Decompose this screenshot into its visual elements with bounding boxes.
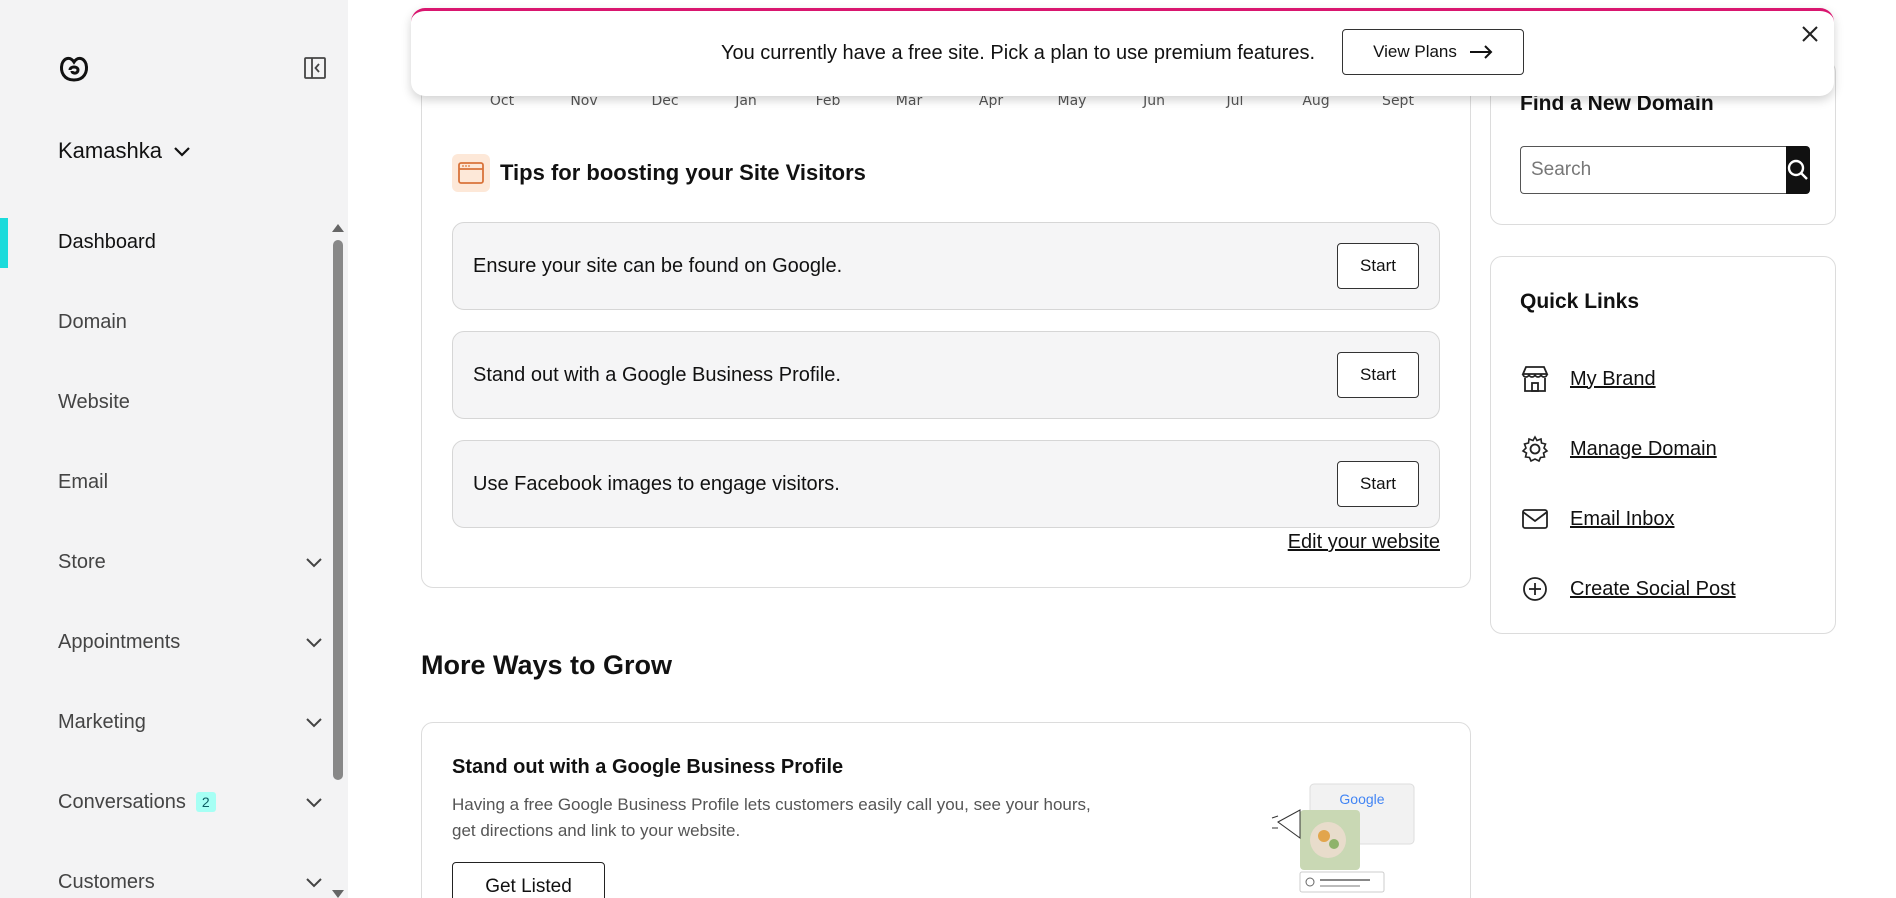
tip-text: Stand out with a Google Business Profile… xyxy=(473,363,841,386)
scroll-up-arrow-icon[interactable] xyxy=(332,224,344,232)
view-plans-label: View Plans xyxy=(1373,42,1457,61)
view-plans-button[interactable]: View Plans xyxy=(1342,29,1524,75)
sidebar-item-website[interactable]: Website xyxy=(0,362,330,442)
edit-website-link[interactable]: Edit your website xyxy=(1288,531,1440,554)
tip-row: Ensure your site can be found on Google.… xyxy=(452,222,1440,310)
browser-window-icon xyxy=(452,154,490,192)
sidebar-item-label: Marketing xyxy=(58,710,146,733)
chevron-down-icon[interactable] xyxy=(304,872,324,892)
mail-icon xyxy=(1522,509,1548,529)
sidebar-item-label: Appointments xyxy=(58,630,181,653)
sidebar-item-appointments[interactable]: Appointments xyxy=(0,602,330,682)
gear-icon xyxy=(1521,435,1549,463)
chevron-down-icon xyxy=(174,147,190,157)
quick-link-create-social-post[interactable]: Create Social Post xyxy=(1520,574,1736,604)
tips-title: Tips for boosting your Site Visitors xyxy=(500,160,866,185)
chevron-down-icon[interactable] xyxy=(304,552,324,572)
scroll-down-arrow-icon[interactable] xyxy=(332,890,344,898)
tip-text: Ensure your site can be found on Google. xyxy=(473,254,843,277)
sidebar-scrollbar-thumb[interactable] xyxy=(333,240,343,780)
quick-link-label: Create Social Post xyxy=(1570,577,1736,600)
chevron-down-icon[interactable] xyxy=(304,632,324,652)
sidebar-item-label: Email xyxy=(58,470,109,493)
quick-link-label: Manage Domain xyxy=(1570,437,1717,460)
chart-x-axis: Oct Nov Dec Jan Feb Mar Apr May Jun Jul … xyxy=(421,93,1471,113)
domain-search xyxy=(1520,146,1810,194)
close-icon[interactable] xyxy=(1800,24,1820,44)
quick-links-title: Quick Links xyxy=(1520,290,1640,313)
sidebar-item-dashboard[interactable]: Dashboard xyxy=(0,202,330,282)
card-title: Stand out with a Google Business Profile xyxy=(452,756,844,778)
tip-row: Stand out with a Google Business Profile… xyxy=(452,331,1440,419)
quick-link-label: My Brand xyxy=(1570,367,1656,390)
sidebar-item-store[interactable]: Store xyxy=(0,522,330,602)
tip-start-button[interactable]: Start xyxy=(1337,243,1419,289)
unread-count-badge: 2 xyxy=(195,792,216,812)
sidebar: Kamashka Dashboard Domain Website Email … xyxy=(0,0,348,898)
tip-start-button[interactable]: Start xyxy=(1337,352,1419,398)
collapse-sidebar-icon[interactable] xyxy=(303,56,327,80)
sidebar-item-conversations[interactable]: Conversations 2 xyxy=(0,762,330,842)
sidebar-item-label: Dashboard xyxy=(58,230,156,253)
domain-search-input[interactable] xyxy=(1520,146,1786,194)
sidebar-item-email[interactable]: Email xyxy=(0,442,330,522)
card-description: Having a free Google Business Profile le… xyxy=(452,795,1091,840)
get-listed-button[interactable]: Get Listed xyxy=(452,862,605,898)
account-switcher[interactable]: Kamashka xyxy=(58,138,192,164)
quick-link-label: Email Inbox xyxy=(1570,507,1675,530)
sidebar-item-customers[interactable]: Customers xyxy=(0,842,330,898)
chevron-down-icon[interactable] xyxy=(304,712,324,732)
sidebar-item-domain[interactable]: Domain xyxy=(0,282,330,362)
tip-start-button[interactable]: Start xyxy=(1337,461,1419,507)
sidebar-item-marketing[interactable]: Marketing xyxy=(0,682,330,762)
tip-row: Use Facebook images to engage visitors. … xyxy=(452,440,1440,528)
chevron-down-icon[interactable] xyxy=(304,792,324,812)
search-icon xyxy=(1787,159,1808,180)
tip-text: Use Facebook images to engage visitors. xyxy=(473,472,840,495)
sidebar-item-label: Website xyxy=(58,390,130,413)
plus-circle-icon xyxy=(1523,577,1547,601)
quick-link-my-brand[interactable]: My Brand xyxy=(1520,364,1656,394)
quick-link-manage-domain[interactable]: Manage Domain xyxy=(1520,434,1717,464)
sidebar-nav: Dashboard Domain Website Email Store App… xyxy=(0,202,330,898)
banner-message: You currently have a free site. Pick a p… xyxy=(721,42,1316,64)
sidebar-item-label: Customers xyxy=(58,870,155,893)
search-button[interactable] xyxy=(1786,146,1810,194)
sidebar-item-label: Store xyxy=(58,550,106,573)
tips-header: Tips for boosting your Site Visitors xyxy=(452,154,866,192)
google-profile-illustration-icon: Google xyxy=(1271,783,1415,893)
quick-link-email-inbox[interactable]: Email Inbox xyxy=(1520,504,1675,534)
godaddy-logo-icon[interactable] xyxy=(56,50,92,86)
store-icon xyxy=(1521,366,1549,392)
sidebar-item-label: Domain xyxy=(58,310,127,333)
arrow-right-icon xyxy=(1469,45,1493,59)
account-name: Kamashka xyxy=(58,138,162,163)
sidebar-item-label: Conversations xyxy=(58,790,186,813)
google-wordmark: Google xyxy=(1339,791,1384,807)
section-heading: More Ways to Grow xyxy=(421,650,673,680)
